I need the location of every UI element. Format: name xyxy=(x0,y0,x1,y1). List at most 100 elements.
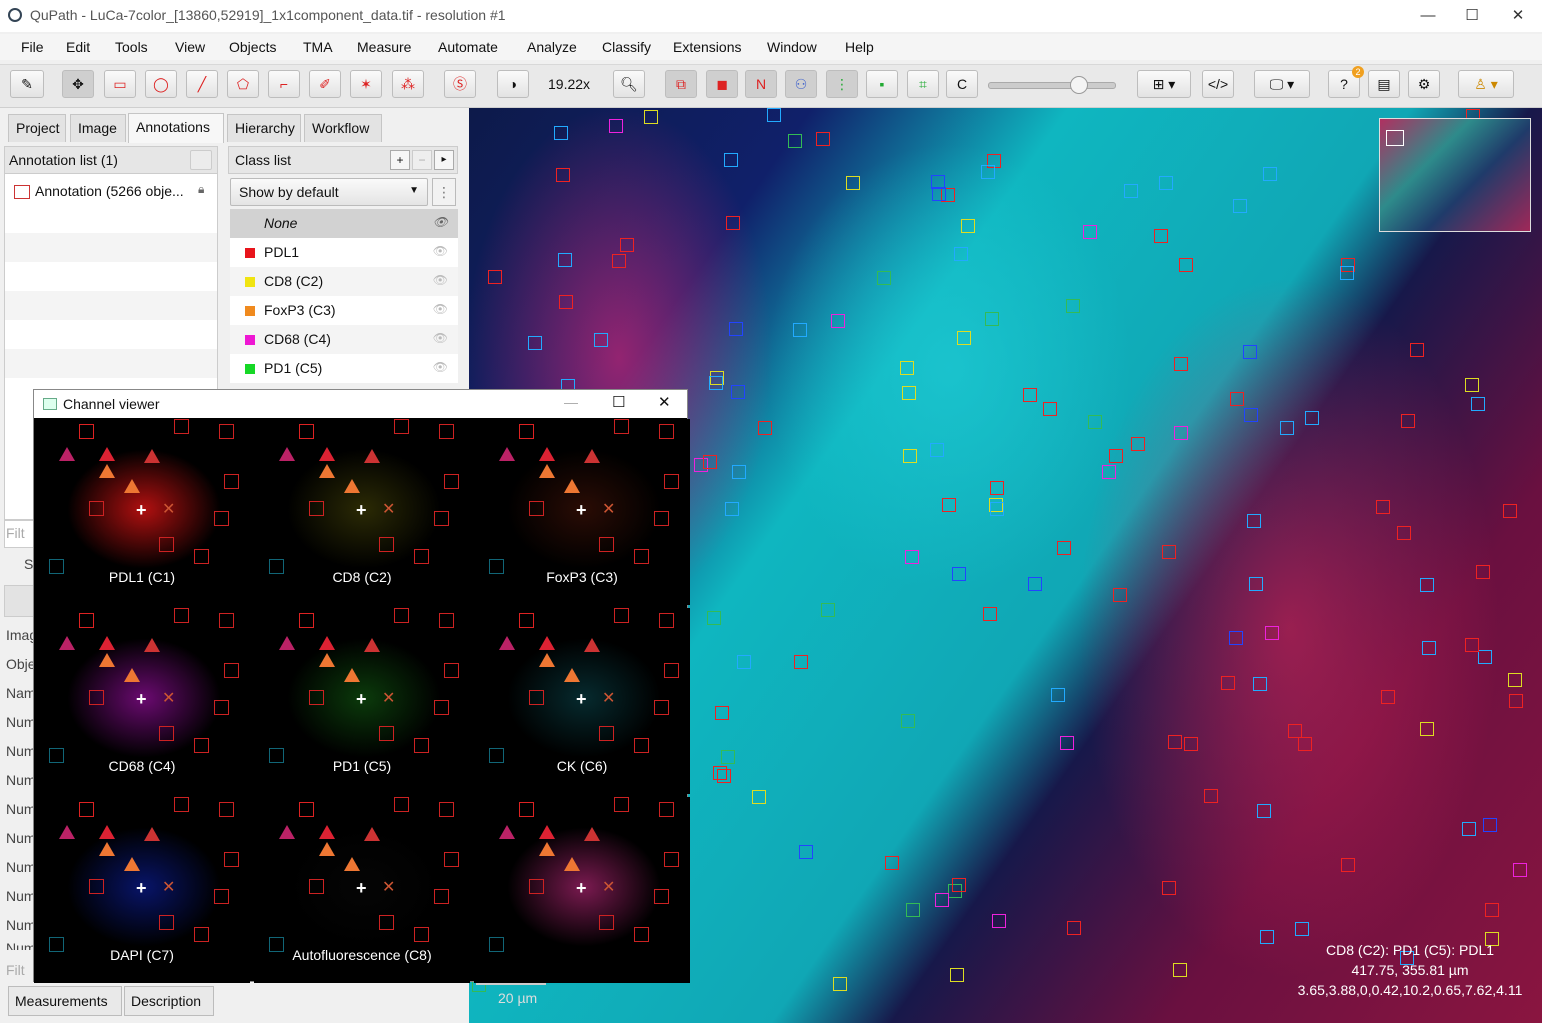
extensions-icon[interactable]: ♙ ▾ xyxy=(1458,70,1514,98)
square-marker-icon xyxy=(194,738,209,753)
menu-tools[interactable]: Tools xyxy=(115,39,148,55)
class-item-none[interactable]: None 👁︎ xyxy=(230,209,458,238)
rectangle-tool-icon[interactable]: ▭ xyxy=(104,70,136,98)
square-marker-icon xyxy=(659,424,674,439)
class-item-pd1[interactable]: PD1 (C5) 👁︎ xyxy=(230,354,458,383)
class-menu-icon[interactable]: ▸ xyxy=(434,150,454,170)
menu-classify[interactable]: Classify xyxy=(602,39,651,55)
opacity-slider[interactable] xyxy=(988,82,1116,89)
triangle-marker-icon xyxy=(279,636,295,650)
menu-edit[interactable]: Edit xyxy=(66,39,90,55)
script-editor-icon[interactable]: </> xyxy=(1202,70,1234,98)
maximize-icon[interactable]: ☐ xyxy=(612,393,625,411)
tab-project[interactable]: Project xyxy=(8,114,66,142)
menu-objects[interactable]: Objects xyxy=(229,39,276,55)
show-detections-icon[interactable]: ⋮ xyxy=(826,70,858,98)
brightness-contrast-icon[interactable]: ◑ xyxy=(497,70,529,98)
channel-tile[interactable]: + ✕ xyxy=(474,797,690,983)
move-tool-icon[interactable]: ✥ xyxy=(62,70,94,98)
x-marker-icon: ✕ xyxy=(602,690,616,707)
menu-help[interactable]: Help xyxy=(845,39,874,55)
edit-icon[interactable] xyxy=(190,150,212,170)
menu-file[interactable]: File xyxy=(21,39,44,55)
menu-tma[interactable]: TMA xyxy=(303,39,333,55)
show-annotations-icon[interactable]: ⧉ xyxy=(665,70,697,98)
remove-class-icon[interactable]: − xyxy=(412,150,432,170)
opacity-slider-thumb[interactable] xyxy=(1070,76,1088,94)
selection-mode-icon[interactable]: Ⓢ xyxy=(444,70,476,98)
square-marker-icon xyxy=(309,879,324,894)
cell-marker-icon xyxy=(1173,963,1187,977)
settings-gear-icon[interactable]: ⚙ xyxy=(1408,70,1440,98)
menu-analyze[interactable]: Analyze xyxy=(527,39,577,55)
line-tool-icon[interactable]: ╱ xyxy=(186,70,218,98)
cursor-crosshair-icon: + xyxy=(136,689,147,709)
minimize-button[interactable]: — xyxy=(1406,4,1450,28)
menu-measure[interactable]: Measure xyxy=(357,39,411,55)
eye-icon[interactable]: 👁︎ xyxy=(433,273,448,287)
add-class-icon[interactable]: + xyxy=(390,150,410,170)
annotation-list-header: Annotation list (1) xyxy=(4,146,218,174)
show-connections-icon[interactable]: ⌗ xyxy=(907,70,939,98)
class-item-foxp3[interactable]: FoxP3 (C3) 👁︎ xyxy=(230,296,458,325)
eye-icon[interactable]: 👁︎ xyxy=(433,302,448,316)
maximize-button[interactable]: ☐ xyxy=(1450,4,1494,28)
square-marker-icon xyxy=(529,690,544,705)
minimize-icon[interactable]: — xyxy=(564,394,578,410)
cell-marker-icon xyxy=(594,333,608,347)
points-tool-icon[interactable]: ⁂ xyxy=(392,70,424,98)
fill-annotations-icon[interactable]: ◼ xyxy=(706,70,738,98)
cell-marker-icon xyxy=(1422,641,1436,655)
show-by-default-select[interactable]: Show by default ▼ xyxy=(230,178,428,206)
eye-icon[interactable]: 👁︎ xyxy=(433,360,448,374)
eye-icon[interactable]: 👁︎ xyxy=(433,244,448,258)
wand-tool-icon[interactable]: ✶ xyxy=(350,70,382,98)
tab-measurements[interactable]: Measurements xyxy=(8,986,122,1016)
show-cells-button[interactable]: C xyxy=(946,70,978,98)
cell-marker-icon xyxy=(1243,345,1257,359)
cell-marker-icon xyxy=(1109,449,1123,463)
eye-icon[interactable]: 👁︎ xyxy=(433,331,448,345)
display-monitor-icon[interactable]: 🖵 ▾ xyxy=(1254,70,1310,98)
class-item-cd68[interactable]: CD68 (C4) 👁︎ xyxy=(230,325,458,354)
square-marker-icon xyxy=(664,663,679,678)
show-names-button[interactable]: N xyxy=(745,70,777,98)
zoom-to-fit-icon[interactable]: 🔍︎ xyxy=(613,70,645,98)
more-options-icon[interactable]: ⋮ xyxy=(432,178,456,206)
class-item-pdl1[interactable]: PDL1 👁︎ xyxy=(230,238,458,267)
cell-marker-icon xyxy=(821,603,835,617)
menu-window[interactable]: Window xyxy=(767,39,817,55)
cell-marker-icon xyxy=(942,498,956,512)
grid-view-icon[interactable]: ⊞ ▾ xyxy=(1137,70,1191,98)
ellipse-tool-icon[interactable]: ◯ xyxy=(145,70,177,98)
pin-icon[interactable]: ✎ xyxy=(10,70,44,98)
menu-extensions[interactable]: Extensions xyxy=(673,39,741,55)
menu-view[interactable]: View xyxy=(175,39,205,55)
square-marker-icon xyxy=(174,608,189,623)
tab-annotations[interactable]: Annotations xyxy=(128,113,224,143)
tab-description[interactable]: Description xyxy=(124,986,214,1016)
triangle-marker-icon xyxy=(539,464,555,478)
square-marker-icon xyxy=(634,738,649,753)
tab-image[interactable]: Image xyxy=(70,114,126,142)
select-button-fragment[interactable]: S xyxy=(24,556,33,572)
cell-marker-icon xyxy=(799,845,813,859)
show-tma-grid-icon[interactable]: ⚇ xyxy=(785,70,817,98)
triangle-marker-icon xyxy=(279,447,295,461)
log-icon[interactable]: ▤ xyxy=(1368,70,1400,98)
menu-automate[interactable]: Automate xyxy=(438,39,498,55)
polygon-tool-icon[interactable]: ⬠ xyxy=(227,70,259,98)
polyline-tool-icon[interactable]: ⌐ xyxy=(268,70,300,98)
square-marker-icon xyxy=(659,613,674,628)
close-icon[interactable]: ✕ xyxy=(658,393,671,411)
close-button[interactable]: ✕ xyxy=(1496,4,1540,28)
annotation-list-item[interactable]: Annotation (5266 obje... xyxy=(35,183,184,199)
cell-marker-icon xyxy=(902,386,916,400)
fill-detections-icon[interactable]: ▪ xyxy=(866,70,898,98)
class-item-cd8[interactable]: CD8 (C2) 👁︎ xyxy=(230,267,458,296)
cell-marker-icon xyxy=(1471,397,1485,411)
tab-workflow[interactable]: Workflow xyxy=(304,114,382,142)
tab-hierarchy[interactable]: Hierarchy xyxy=(227,114,301,142)
brush-tool-icon[interactable]: ✐ xyxy=(309,70,341,98)
eye-icon[interactable]: 👁︎ xyxy=(433,215,448,229)
